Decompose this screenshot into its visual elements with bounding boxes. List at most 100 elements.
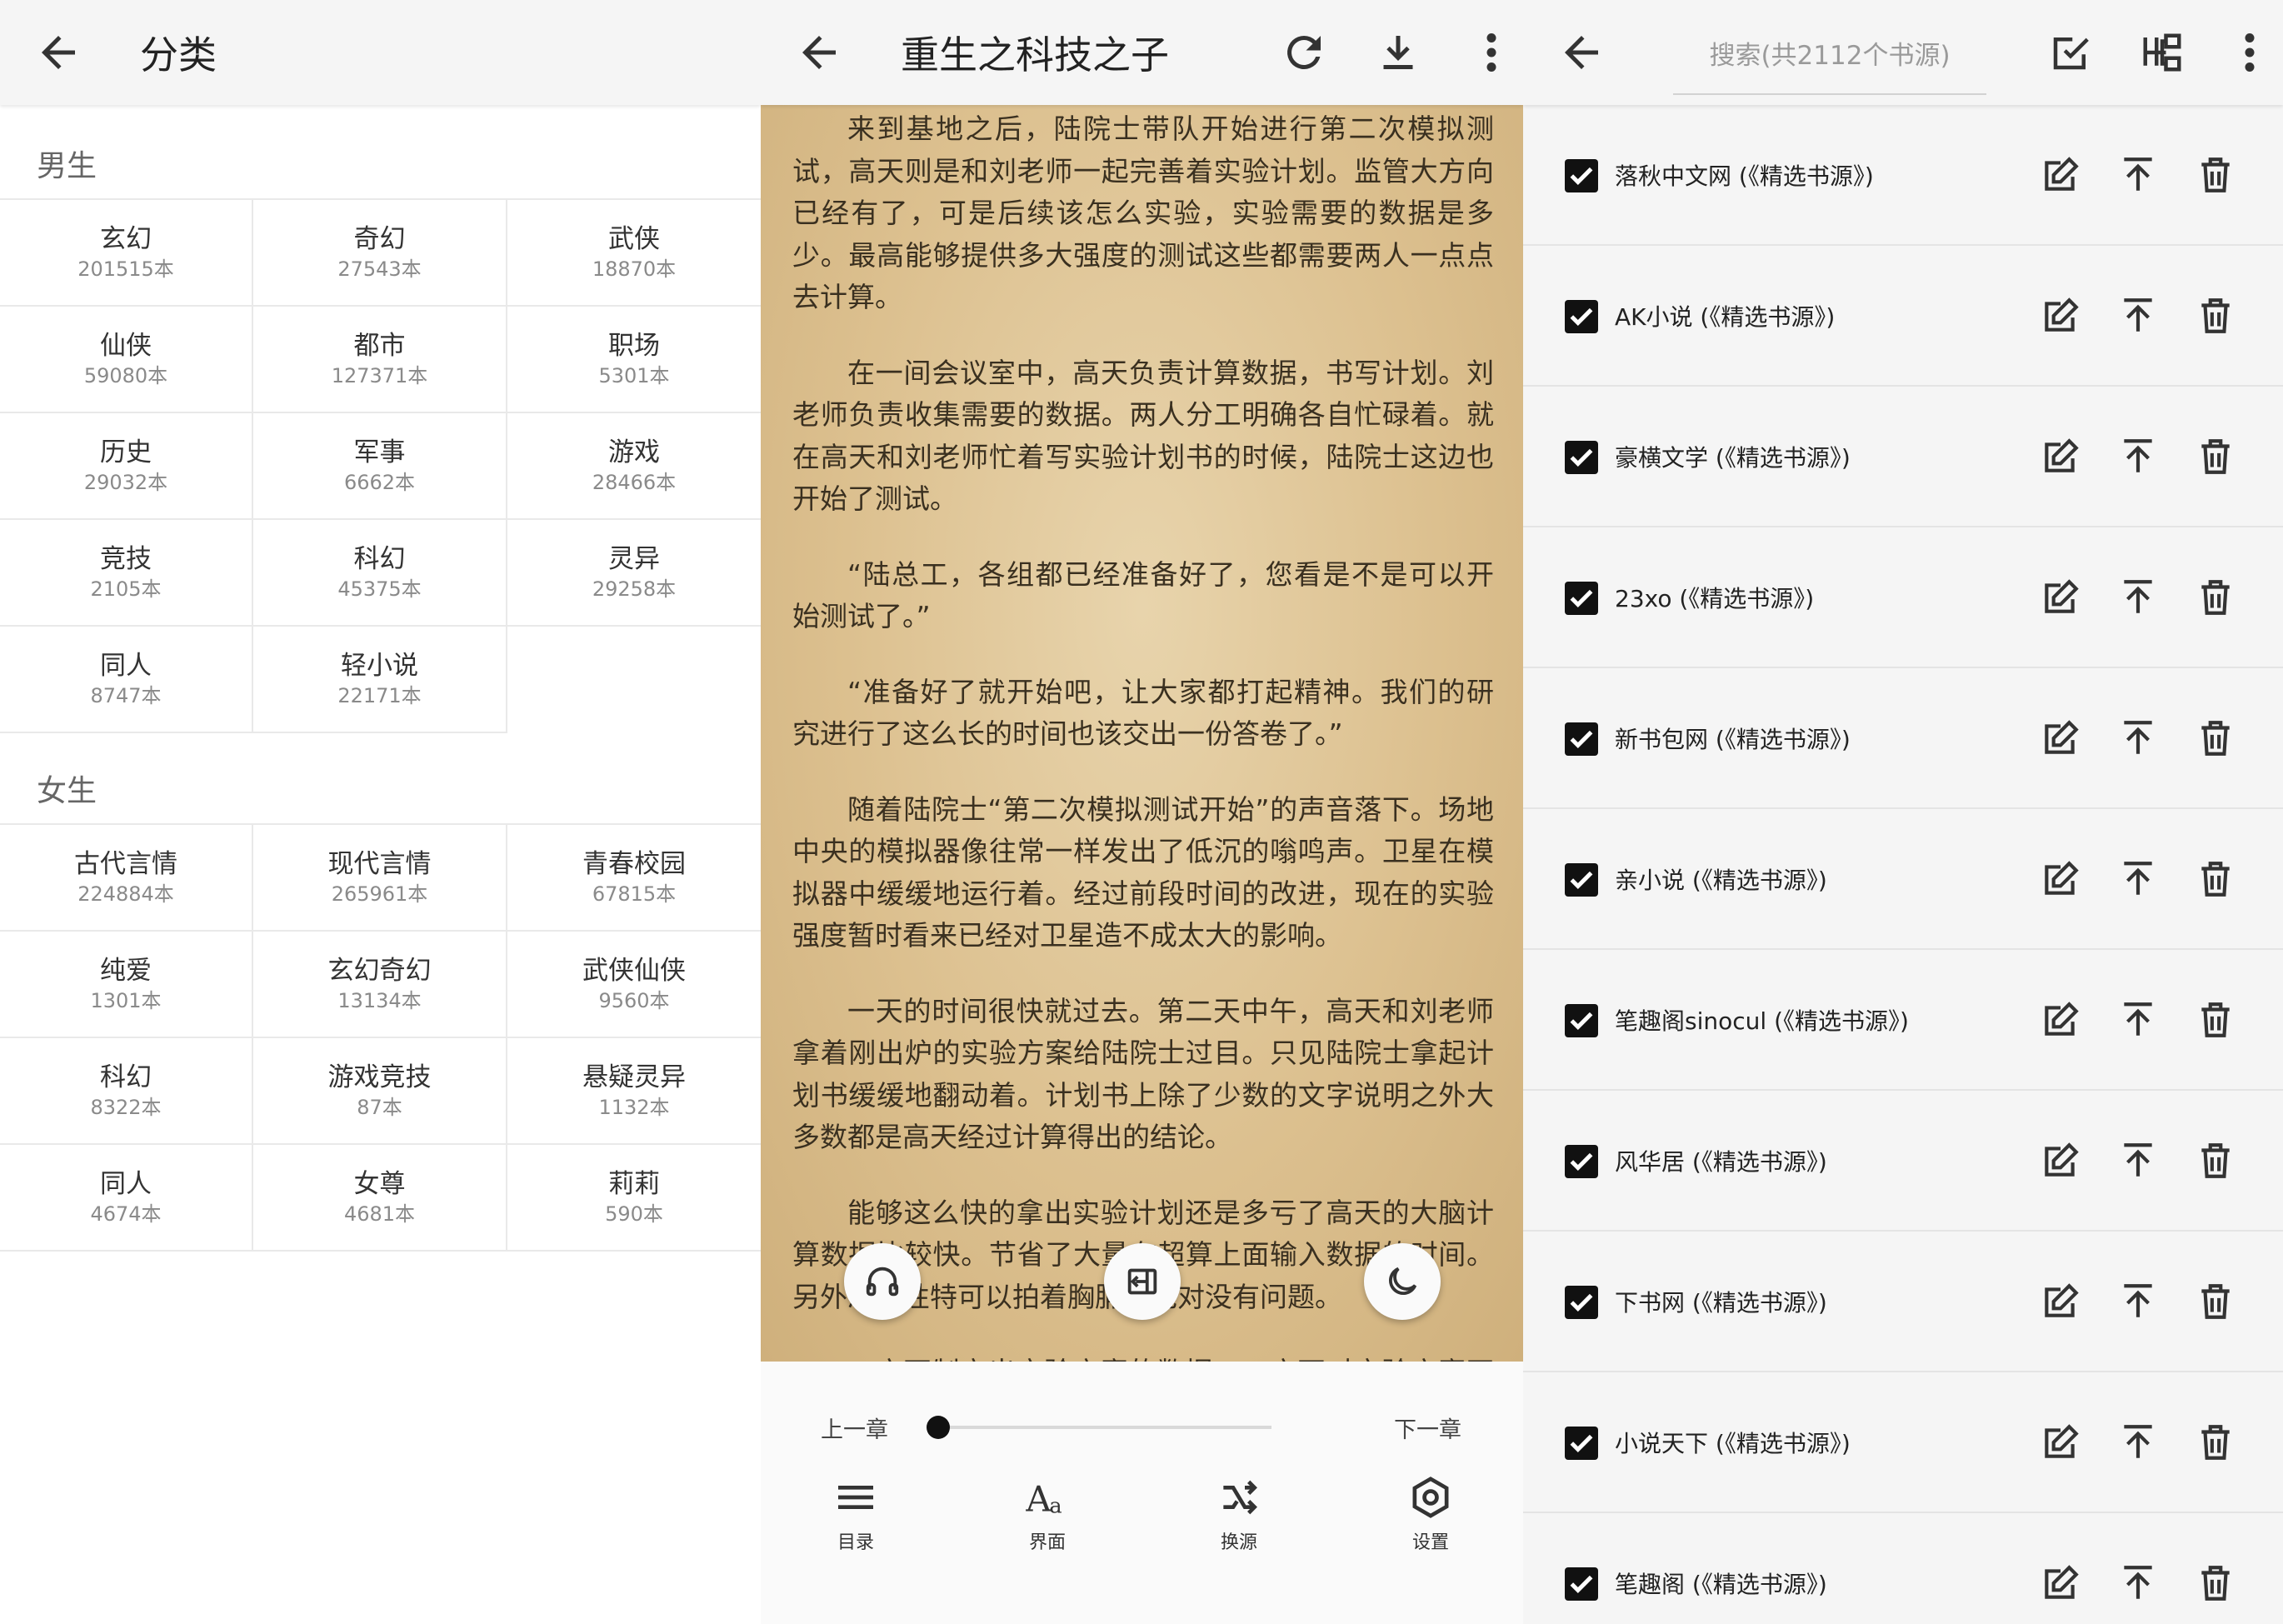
edit-icon[interactable] [2040, 717, 2081, 759]
source-row[interactable]: 豪横文学 (《精选书源》) [1523, 387, 2283, 527]
category-cell[interactable]: 游戏 28466本 [507, 413, 761, 520]
edit-icon[interactable] [2040, 1140, 2081, 1182]
category-cell[interactable]: 科幻 45375本 [253, 520, 507, 627]
delete-icon[interactable] [2195, 1140, 2236, 1182]
edit-icon[interactable] [2040, 436, 2081, 477]
more-vert-icon[interactable] [1479, 27, 1504, 77]
source-checkbox[interactable] [1565, 159, 1598, 192]
menu-interface-button[interactable]: Aa 界面 [989, 1474, 1106, 1554]
category-cell[interactable]: 轻小说 22171本 [253, 627, 507, 733]
source-row[interactable]: 小说天下 (《精选书源》) [1523, 1372, 2283, 1513]
category-cell[interactable]: 竞技 2105本 [0, 520, 253, 627]
source-row[interactable]: 下书网 (《精选书源》) [1523, 1232, 2283, 1372]
edit-icon[interactable] [2040, 295, 2081, 337]
category-cell[interactable]: 莉莉 590本 [507, 1145, 761, 1252]
category-cell[interactable]: 游戏竞技 87本 [253, 1038, 507, 1145]
source-checkbox[interactable] [1565, 582, 1598, 615]
source-checkbox[interactable] [1565, 863, 1598, 897]
category-cell[interactable]: 都市 127371本 [253, 307, 507, 413]
edit-icon[interactable] [2040, 1281, 2081, 1322]
move-to-top-icon[interactable] [2117, 1140, 2159, 1182]
refresh-icon[interactable] [1279, 27, 1329, 77]
source-checkbox[interactable] [1565, 1145, 1598, 1178]
source-checkbox[interactable] [1565, 1286, 1598, 1319]
slider-thumb[interactable] [927, 1416, 950, 1439]
move-to-top-icon[interactable] [2117, 436, 2159, 477]
source-row[interactable]: 笔趣阁sinocul (《精选书源》) [1523, 950, 2283, 1091]
menu-swap-source-button[interactable]: 换源 [1181, 1474, 1297, 1554]
source-row[interactable]: AK小说 (《精选书源》) [1523, 246, 2283, 387]
prev-chapter-button[interactable]: 上一章 [821, 1412, 888, 1444]
delete-icon[interactable] [2195, 295, 2236, 337]
edit-icon[interactable] [2040, 858, 2081, 900]
next-chapter-button[interactable]: 下一章 [1394, 1412, 1461, 1444]
move-to-top-icon[interactable] [2117, 154, 2159, 196]
back-arrow-icon[interactable] [794, 27, 844, 77]
source-checkbox[interactable] [1565, 441, 1598, 474]
download-icon[interactable] [1373, 27, 1423, 77]
source-row[interactable]: 笔趣阁 (《精选书源》) [1523, 1513, 2283, 1624]
category-cell[interactable]: 古代言情 224884本 [0, 825, 253, 932]
auto-page-icon[interactable] [1104, 1243, 1181, 1320]
delete-icon[interactable] [2195, 1422, 2236, 1463]
search-input[interactable] [1673, 18, 1986, 95]
select-all-icon[interactable] [2048, 30, 2093, 75]
edit-icon[interactable] [2040, 999, 2081, 1041]
move-to-top-icon[interactable] [2117, 717, 2159, 759]
category-cell[interactable]: 武侠仙侠 9560本 [507, 932, 761, 1038]
source-row[interactable]: 新书包网 (《精选书源》) [1523, 668, 2283, 809]
category-cell[interactable]: 玄幻奇幻 13134本 [253, 932, 507, 1038]
night-mode-icon[interactable] [1364, 1243, 1441, 1320]
edit-icon[interactable] [2040, 577, 2081, 618]
category-cell[interactable]: 玄幻 201515本 [0, 200, 253, 307]
edit-icon[interactable] [2040, 154, 2081, 196]
source-checkbox[interactable] [1565, 1567, 1598, 1601]
category-cell[interactable]: 现代言情 265961本 [253, 825, 507, 932]
headphones-icon[interactable] [844, 1243, 921, 1320]
delete-icon[interactable] [2195, 577, 2236, 618]
edit-icon[interactable] [2040, 1562, 2081, 1604]
edit-icon[interactable] [2040, 1422, 2081, 1463]
category-cell[interactable]: 同人 8747本 [0, 627, 253, 733]
menu-settings-button[interactable]: 设置 [1372, 1474, 1489, 1554]
category-cell[interactable]: 科幻 8322本 [0, 1038, 253, 1145]
category-cell[interactable]: 灵异 29258本 [507, 520, 761, 627]
more-vert-icon[interactable] [2237, 27, 2262, 77]
category-cell[interactable]: 军事 6662本 [253, 413, 507, 520]
delete-icon[interactable] [2195, 436, 2236, 477]
back-arrow-icon[interactable] [1556, 27, 1606, 77]
category-cell[interactable]: 纯爱 1301本 [0, 932, 253, 1038]
group-icon[interactable] [2140, 30, 2185, 75]
source-row[interactable]: 亲小说 (《精选书源》) [1523, 809, 2283, 950]
category-cell[interactable]: 武侠 18870本 [507, 200, 761, 307]
move-to-top-icon[interactable] [2117, 577, 2159, 618]
move-to-top-icon[interactable] [2117, 295, 2159, 337]
reading-page[interactable]: 来到基地之后，陆院士带队开始进行第二次模拟测试，高天则是和刘老师一起完善着实验计… [761, 105, 1523, 1362]
source-row[interactable]: 落秋中文网 (《精选书源》) [1523, 105, 2283, 246]
category-cell[interactable]: 青春校园 67815本 [507, 825, 761, 932]
delete-icon[interactable] [2195, 154, 2236, 196]
source-checkbox[interactable] [1565, 1004, 1598, 1037]
category-cell[interactable]: 同人 4674本 [0, 1145, 253, 1252]
category-cell[interactable]: 职场 5301本 [507, 307, 761, 413]
move-to-top-icon[interactable] [2117, 858, 2159, 900]
source-row[interactable]: 23xo (《精选书源》) [1523, 527, 2283, 668]
category-cell[interactable]: 历史 29032本 [0, 413, 253, 520]
menu-toc-button[interactable]: 目录 [797, 1474, 914, 1554]
category-cell[interactable]: 悬疑灵异 1132本 [507, 1038, 761, 1145]
chapter-progress-slider[interactable] [927, 1416, 1271, 1439]
source-row[interactable]: 风华居 (《精选书源》) [1523, 1091, 2283, 1232]
delete-icon[interactable] [2195, 858, 2236, 900]
category-cell[interactable]: 奇幻 27543本 [253, 200, 507, 307]
move-to-top-icon[interactable] [2117, 1422, 2159, 1463]
move-to-top-icon[interactable] [2117, 1562, 2159, 1604]
source-checkbox[interactable] [1565, 722, 1598, 756]
source-checkbox[interactable] [1565, 300, 1598, 333]
delete-icon[interactable] [2195, 717, 2236, 759]
delete-icon[interactable] [2195, 1562, 2236, 1604]
move-to-top-icon[interactable] [2117, 1281, 2159, 1322]
source-checkbox[interactable] [1565, 1427, 1598, 1460]
move-to-top-icon[interactable] [2117, 999, 2159, 1041]
delete-icon[interactable] [2195, 1281, 2236, 1322]
delete-icon[interactable] [2195, 999, 2236, 1041]
